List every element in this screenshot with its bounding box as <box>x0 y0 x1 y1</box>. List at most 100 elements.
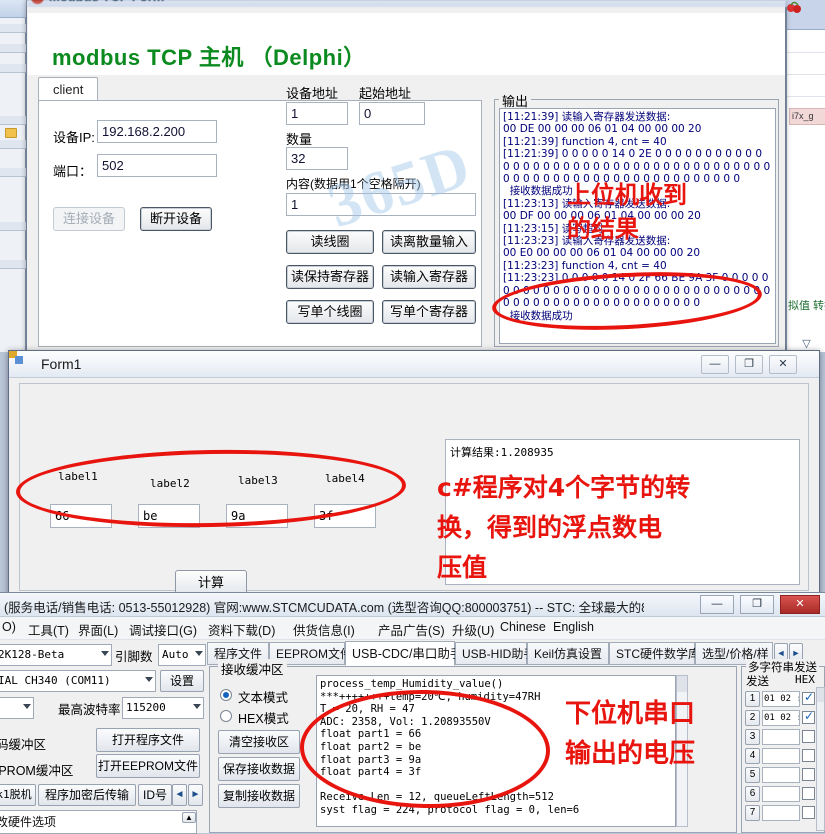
send-row-text[interactable] <box>762 729 800 745</box>
read-discrete-inputs-button[interactable]: 读离散量输入 <box>382 230 476 254</box>
send-row-hex-checkbox[interactable] <box>802 709 815 724</box>
stc-maximize-button[interactable]: ❐ <box>740 595 774 614</box>
byte4-input[interactable]: 3f <box>314 504 376 528</box>
send-row-text[interactable] <box>762 805 800 821</box>
serial-port-select[interactable]: IAL CH340 (COM11) <box>0 670 156 692</box>
form1-close-button[interactable]: ✕ <box>769 355 797 374</box>
start-address-input[interactable]: 0 <box>359 102 425 125</box>
serial-terminal-output[interactable]: process_temp_Humidity_value() ***+++++++… <box>316 675 676 827</box>
extra-select[interactable] <box>0 697 34 719</box>
settings-button[interactable]: 设置 <box>160 670 204 692</box>
background-left-row <box>0 140 26 149</box>
save-receive-button[interactable]: 保存接收数据 <box>218 757 300 781</box>
mcu-model-select[interactable]: 2K128-Beta <box>0 644 112 666</box>
send-row-text[interactable] <box>762 748 800 764</box>
menu-item-debug[interactable]: 调试接口(G) <box>129 620 197 639</box>
menu-item-0[interactable]: O) <box>2 620 16 634</box>
send-row-number[interactable]: 1 <box>745 691 760 707</box>
id-number-tab[interactable]: ID号 <box>138 784 172 806</box>
send-row-text[interactable]: 01 02 : <box>762 710 800 726</box>
device-ip-label: 设备IP: <box>53 130 95 145</box>
modbus-tcp-window[interactable]: Modbus TCP Form modbus TCP 主机 （Delphi） c… <box>26 0 787 352</box>
open-eeprom-file-button[interactable]: 打开EEPROM文件 <box>96 754 200 778</box>
tab-keil-sim-settings[interactable]: Keil仿真设置 <box>527 642 609 665</box>
send-row-text[interactable] <box>762 786 800 802</box>
scrollbar-thumb[interactable] <box>677 676 687 692</box>
content-input[interactable]: 1 <box>286 193 476 216</box>
device-address-input[interactable]: 1 <box>286 102 348 125</box>
send-row-text[interactable]: 01 02 : <box>762 691 800 707</box>
disconnect-device-button[interactable]: 断开设备 <box>140 207 212 231</box>
menu-item-chinese[interactable]: Chinese <box>500 620 546 634</box>
send-row-hex-checkbox[interactable] <box>802 730 815 743</box>
text-mode-label[interactable]: 文本模式 <box>238 687 288 706</box>
tab-scroll-right-button[interactable]: ► <box>188 784 203 806</box>
background-right-green-text: 拟值 转换 <box>788 300 825 312</box>
device-ip-input[interactable]: 192.168.2.200 <box>97 120 217 143</box>
baud-select[interactable]: 115200 <box>122 697 204 719</box>
menu-item-tools[interactable]: 工具(T) <box>28 620 69 639</box>
menu-item-downloads[interactable]: 资料下载(D) <box>208 620 275 639</box>
tab-scroll-left-button[interactable]: ◄ <box>172 784 187 806</box>
tab-stc-math-lib[interactable]: STC硬件数学库 <box>609 642 700 665</box>
send-row-hex-checkbox[interactable] <box>802 806 815 819</box>
modbus-titlebar[interactable]: Modbus TCP Form <box>27 0 787 7</box>
menu-item-ads[interactable]: 产品广告(S) <box>378 620 445 639</box>
send-row-number[interactable]: 6 <box>745 786 760 802</box>
read-input-registers-button[interactable]: 读输入寄存器 <box>382 265 476 289</box>
byte2-input[interactable]: be <box>138 504 200 528</box>
result-box[interactable]: 计算结果:1.208935 <box>445 439 800 585</box>
hardware-option-panel[interactable]: 改硬件选项 <box>0 810 197 834</box>
send-row-number[interactable]: 4 <box>745 748 760 764</box>
byte1-input[interactable]: 66 <box>50 504 112 528</box>
send-row-number[interactable]: 7 <box>745 805 760 821</box>
scrollbar-thumb[interactable] <box>817 688 824 702</box>
write-single-coil-button[interactable]: 写单个线圈 <box>286 300 374 324</box>
tab-usb-cdc-serial-assistant[interactable]: USB-CDC/串口助手 <box>345 641 462 666</box>
encrypt-transfer-tab[interactable]: 程序加密后传输 <box>38 784 136 806</box>
output-log[interactable]: [11:21:39] 读输入寄存器发送数据: 00 DE 00 00 00 06… <box>499 108 776 344</box>
read-coils-button[interactable]: 读线圈 <box>286 230 374 254</box>
hex-mode-radio[interactable] <box>220 710 232 722</box>
menu-item-english[interactable]: English <box>553 620 594 634</box>
hex-mode-label[interactable]: HEX模式 <box>238 708 289 727</box>
connect-device-button[interactable]: 连接设备 <box>53 207 125 231</box>
offline-tab[interactable]: k1脱机 <box>0 784 36 806</box>
pin-count-select[interactable]: Auto <box>158 644 206 666</box>
multi-send-scrollbar[interactable] <box>816 687 825 831</box>
send-row-text[interactable] <box>762 767 800 783</box>
stc-close-button[interactable]: ✕ <box>780 595 820 614</box>
send-row-hex-checkbox[interactable] <box>802 787 815 800</box>
serial-terminal-scrollbar[interactable] <box>676 675 688 827</box>
stc-isp-window[interactable]: (服务电话/销售电话: 0513-55012928) 官网:www.STCMCU… <box>0 592 825 834</box>
clear-receive-button[interactable]: 清空接收区 <box>218 730 300 754</box>
write-single-register-button[interactable]: 写单个寄存器 <box>382 300 476 324</box>
background-window-left[interactable] <box>0 0 26 352</box>
send-row-number[interactable]: 2 <box>745 710 760 726</box>
byte3-input[interactable]: 9a <box>226 504 288 528</box>
send-row-hex-checkbox[interactable] <box>802 768 815 781</box>
stc-titlebar[interactable]: (服务电话/销售电话: 0513-55012928) 官网:www.STCMCU… <box>0 593 825 617</box>
tab-usb-hid-assistant[interactable]: USB-HID助手 <box>455 642 535 665</box>
read-holding-registers-button[interactable]: 读保持寄存器 <box>286 265 374 289</box>
spinner-up-button[interactable]: ▲ <box>182 812 196 823</box>
port-input[interactable]: 502 <box>97 154 217 177</box>
form1-window[interactable]: Form1 — ❐ ✕ label1 label2 label3 label4 … <box>8 350 820 598</box>
menu-item-upgrade[interactable]: 升级(U) <box>452 620 494 639</box>
open-program-file-button[interactable]: 打开程序文件 <box>96 728 200 752</box>
stc-minimize-button[interactable]: — <box>700 595 734 614</box>
form1-minimize-button[interactable]: — <box>701 355 729 374</box>
text-mode-radio[interactable] <box>220 689 232 701</box>
send-row-hex-checkbox[interactable] <box>802 690 815 705</box>
send-row-number[interactable]: 3 <box>745 729 760 745</box>
form1-maximize-button[interactable]: ❐ <box>735 355 763 374</box>
baud-label: 最高波特率 <box>58 703 121 717</box>
copy-receive-button[interactable]: 复制接收数据 <box>218 784 300 808</box>
send-row-hex-checkbox[interactable] <box>802 749 815 762</box>
count-input[interactable]: 32 <box>286 147 348 170</box>
form1-titlebar[interactable]: Form1 — ❐ ✕ <box>9 351 819 378</box>
menu-item-interface[interactable]: 界面(L) <box>78 620 118 639</box>
tab-client[interactable]: client <box>38 77 99 101</box>
menu-item-supply[interactable]: 供货信息(I) <box>293 620 355 639</box>
send-row-number[interactable]: 5 <box>745 767 760 783</box>
